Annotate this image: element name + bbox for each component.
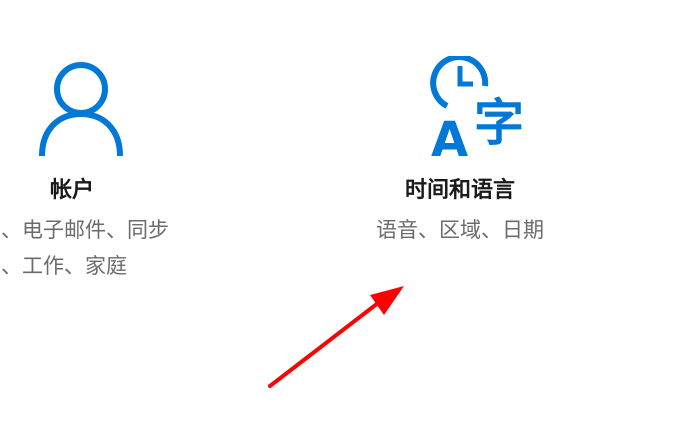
accounts-description-line1: 户、电子邮件、同步: [0, 218, 169, 242]
time-language-description: 语音、区域、日期: [376, 218, 544, 242]
settings-home-panel: 帐户 户、电子邮件、同步 置、工作、家庭 A 字 时间和语言 语音、区域、日期: [0, 0, 675, 433]
accounts-title[interactable]: 帐户: [50, 177, 94, 205]
icon-letter-a: A: [431, 112, 468, 160]
time-language-icon: A 字: [430, 56, 524, 160]
time-language-title[interactable]: 时间和语言: [405, 177, 515, 205]
icon-char-zi: 字: [474, 94, 524, 152]
accounts-description-line2: 置、工作、家庭: [0, 254, 127, 278]
user-icon: [39, 62, 123, 157]
